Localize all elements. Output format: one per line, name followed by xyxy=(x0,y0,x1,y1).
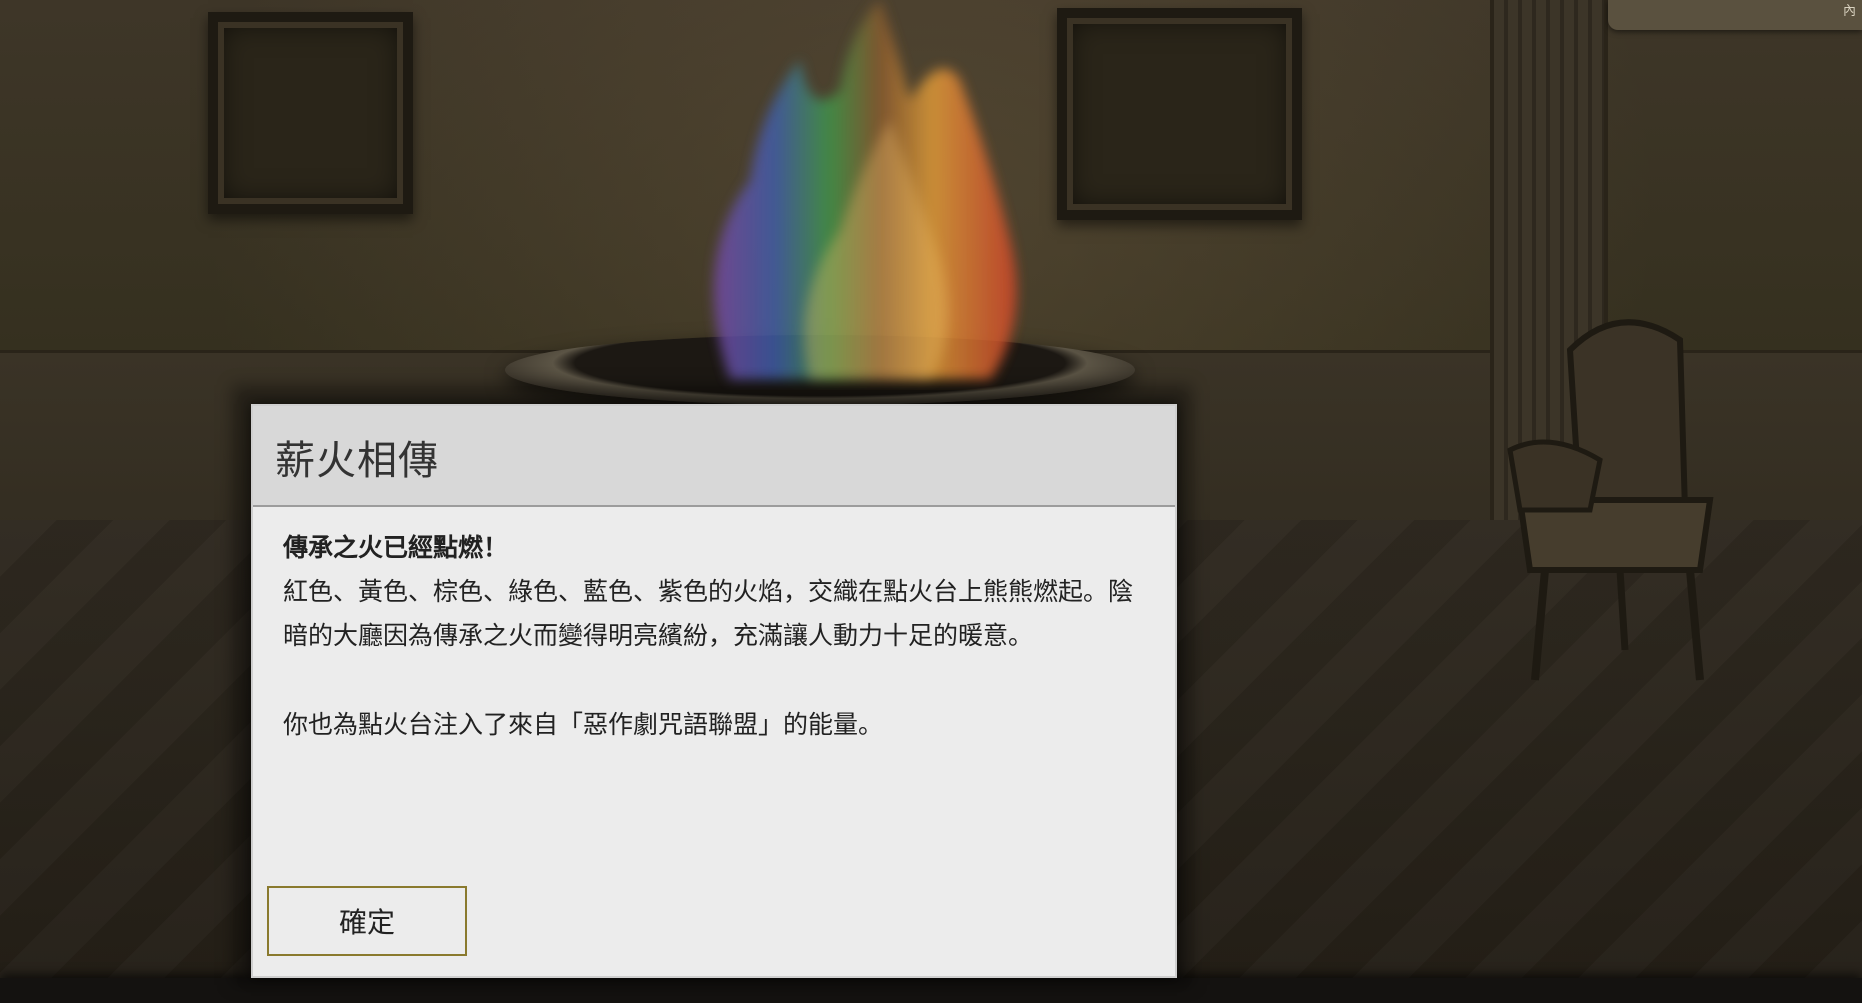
armchair-icon xyxy=(1507,319,1714,681)
top-right-tab[interactable]: 內 xyxy=(1608,0,1862,30)
dialog-title: 薪火相傳 xyxy=(275,438,439,484)
painting-frame-left xyxy=(208,12,413,214)
painting-frame-center xyxy=(1057,8,1302,220)
dialog-paragraph-2: 你也為點火台注入了來自「惡作劇咒語聯盟」的能量。 xyxy=(283,710,884,739)
dialog-heading: 傳承之火已經點燃！ xyxy=(283,533,509,562)
rainbow-flame-icon xyxy=(714,0,1017,380)
event-dialog: 薪火相傳 傳承之火已經點燃！ 紅色、黃色、棕色、綠色、藍色、紫色的火焰，交織在點… xyxy=(251,404,1177,978)
dialog-body: 傳承之火已經點燃！ 紅色、黃色、棕色、綠色、藍色、紫色的火焰，交織在點火台上熊熊… xyxy=(283,526,1143,747)
confirm-button[interactable]: 確定 xyxy=(267,886,467,956)
top-right-tab-label: 內 xyxy=(1842,4,1856,19)
dialog-paragraph-1: 紅色、黃色、棕色、綠色、藍色、紫色的火焰，交織在點火台上熊熊燃起。陰暗的大廳因為… xyxy=(283,577,1134,650)
dialog-header: 薪火相傳 xyxy=(253,406,1175,507)
